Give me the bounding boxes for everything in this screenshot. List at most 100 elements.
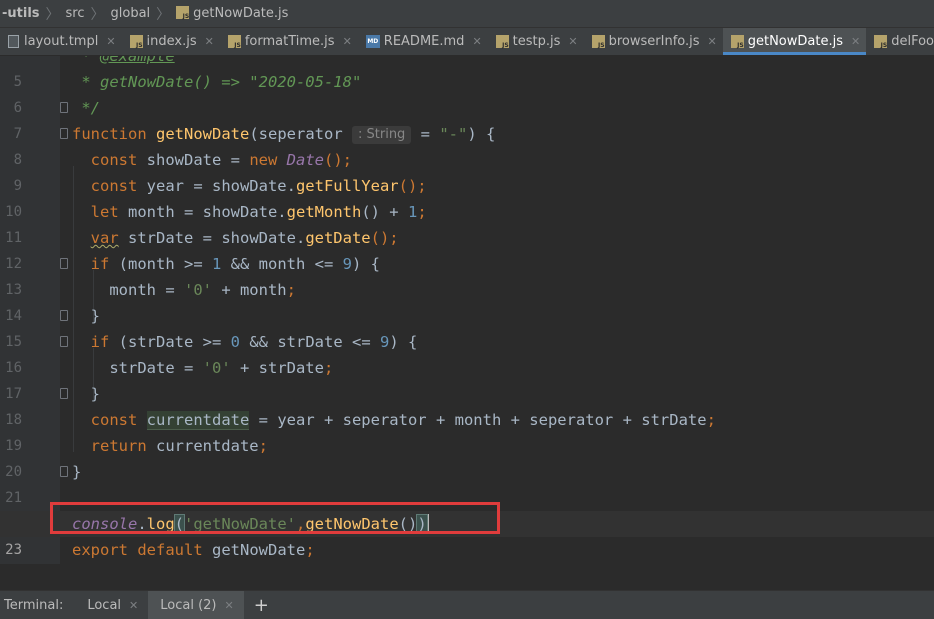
code-text: (); [323,151,352,169]
tab-formattime-js[interactable]: formatTime.js ✕ [220,28,358,55]
code-line: 18 } [0,381,934,428]
string-literal: 'getNowDate' [184,515,296,533]
close-icon[interactable]: ✕ [343,35,352,48]
highlighted-variable[interactable]: currentdate [146,411,250,430]
fold-marker-icon[interactable] [60,258,68,269]
number-literal: 1 [407,203,418,221]
close-icon[interactable]: ✕ [472,35,481,48]
code-text: , [296,515,306,533]
class-name: Date [286,151,324,169]
code-text: () [398,515,418,533]
breadcrumb-src[interactable]: src [62,6,89,21]
code-line: 15 } [0,303,934,350]
fold-marker-icon[interactable] [60,388,68,399]
code-line: 17 strDate = '0' + strDate; [0,355,934,402]
close-icon[interactable]: ✕ [205,35,214,48]
breadcrumb-project[interactable]: -utils [0,6,44,21]
terminal-tab-local-2[interactable]: Local (2) ✕ [148,591,244,619]
fold-marker-icon[interactable] [60,310,68,321]
markdown-file-icon: MD [365,35,380,48]
terminal-tab-local[interactable]: Local ✕ [75,591,148,619]
line-number: 24 [0,563,22,564]
matched-paren: ) [416,514,428,534]
string-literal: '0' [202,359,231,377]
keyword: new [249,151,278,169]
keyword: export [72,541,128,559]
keyword: return [72,437,147,455]
tab-layout-tmpl[interactable]: layout.tmpl ✕ [0,28,122,55]
code-line: 8 function getNowDate(seperator : String… [0,121,934,168]
tab-label: formatTime.js [244,34,335,49]
code-line: 5 * @example [0,56,934,90]
close-icon[interactable]: ✕ [225,599,234,612]
tab-readme-md[interactable]: MD README.md ✕ [358,28,488,55]
keyword: function [72,125,147,143]
code-line: 10 const year = showDate.getFullYear(); [0,173,934,220]
tab-index-js[interactable]: index.js ✕ [122,28,220,55]
close-icon[interactable]: ✕ [568,35,577,48]
code-text: . [137,515,147,533]
tab-browserinfo-js[interactable]: browserInfo.js ✕ [584,28,723,55]
chevron-right-icon: 〉 [90,6,105,23]
code-text: ) { [389,333,418,351]
code-text: strDate = [72,359,203,377]
code-text: = [411,125,440,143]
tab-label: layout.tmpl [24,34,99,49]
keyword: default [137,541,203,559]
code-text: ) { [467,125,496,143]
code-text: showDate = [137,151,250,169]
comment: * getNowDate() => "2020-05-18" [72,73,362,91]
close-icon[interactable]: ✕ [106,35,115,48]
code-line: 19 const currentdate = year + seperator … [0,407,934,454]
code-line: 13 if (month >= 1 && month <= 9) { [0,251,934,298]
keyword: if [72,333,110,351]
close-icon[interactable]: ✕ [851,35,860,48]
code-text: (strDate >= [109,333,231,351]
tab-delfooter-js[interactable]: delFooter.js ✕ [866,28,934,55]
function-name: getNowDate [305,515,399,533]
add-terminal-button[interactable]: + [244,591,279,619]
code-line: 6 * getNowDate() => "2020-05-18" [0,69,934,116]
breadcrumb-file-label: getNowDate.js [193,6,289,21]
fold-marker-icon[interactable] [60,128,68,139]
terminal-tab-label: Local (2) [160,597,217,613]
tab-label: README.md [383,34,465,49]
template-file-icon [8,35,19,48]
code-text: } [72,385,100,403]
code-text: ; [417,203,427,221]
text-caret [426,514,429,532]
code-line: 9 const showDate = new Date(); [0,147,934,194]
fold-marker-icon[interactable] [60,102,68,113]
keyword: const [72,411,138,429]
string-literal: "-" [439,125,468,143]
code-text: month = showDate. [118,203,287,221]
code-text: year = showDate. [137,177,296,195]
breadcrumb-global[interactable]: global [107,6,155,21]
code-text: } [72,307,100,325]
js-file-icon [730,35,744,49]
code-line: 16 if (strDate >= 0 && strDate <= 9) { [0,329,934,376]
code-text: + strDate [230,359,324,377]
matched-paren: ( [173,514,186,534]
number-literal: 9 [379,333,390,351]
code-line-current: 23 console.log('getNowDate',getNowDate()… [0,511,934,558]
chevron-right-icon: 〉 [156,6,171,23]
fold-marker-icon[interactable] [60,466,68,477]
js-file-icon [495,35,509,49]
code-text: (); [398,177,427,195]
close-icon[interactable]: ✕ [129,599,138,612]
tab-testp-js[interactable]: testp.js ✕ [488,28,584,55]
code-editor[interactable]: 5 * @example 6 * getNowDate() => "2020-0… [0,56,934,564]
breadcrumb-file[interactable]: getNowDate.js [172,6,292,21]
close-icon[interactable]: ✕ [708,35,717,48]
chevron-right-icon: 〉 [45,6,60,23]
keyword-warning[interactable]: var [91,229,119,247]
tab-label: browserInfo.js [608,34,700,49]
fold-marker-icon[interactable] [60,336,68,347]
code-text: currentdate [146,437,259,455]
tab-getnowdate-js[interactable]: getNowDate.js ✕ [722,28,867,55]
